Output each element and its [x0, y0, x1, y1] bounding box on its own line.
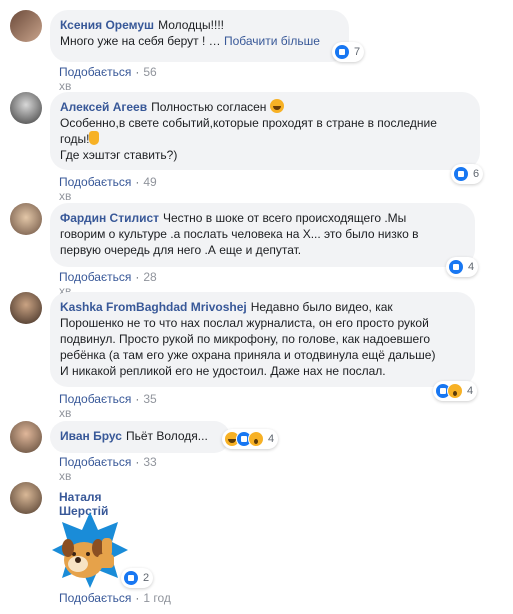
- comment-text: Особенно,в свете событий,которые проходя…: [60, 116, 437, 130]
- like-button[interactable]: Подобається: [59, 270, 131, 284]
- comment-bubble: Иван Брус Пьёт Володя...: [50, 421, 230, 453]
- reaction-count: 7: [354, 46, 361, 58]
- like-button[interactable]: Подобається: [59, 175, 131, 189]
- reactions-summary[interactable]: 4: [446, 257, 479, 277]
- like-button[interactable]: Подобається: [59, 65, 131, 79]
- comment-text: Недавно было видео, как: [250, 300, 393, 314]
- comment-author[interactable]: Иван Брус: [60, 429, 122, 443]
- like-reaction-icon: [334, 44, 350, 60]
- comment-meta: Подобається · 1 год: [59, 591, 171, 605]
- comment-meta: Подобається · 56 хв: [59, 65, 157, 93]
- comment-text: Молодцы!!!!: [158, 18, 224, 32]
- dog-thumbs-up-sticker[interactable]: [50, 510, 130, 590]
- wow-reaction-icon: [248, 431, 264, 447]
- comment-text: годы!: [60, 132, 90, 146]
- comment-text: И никакой репликой его не удостоил. Даже…: [60, 364, 386, 378]
- laughing-emoji-icon: [269, 99, 284, 113]
- comment-bubble: Kashka FromBaghdad Mrivoshej Недавно было…: [50, 292, 475, 387]
- avatar[interactable]: [10, 203, 42, 235]
- comment-text: Порошенко не то что нах послал журналист…: [60, 316, 429, 330]
- comment-text: подвинул. Просто рукой по микрофону, по …: [60, 332, 431, 346]
- avatar[interactable]: [10, 482, 42, 514]
- like-button[interactable]: Подобається: [59, 392, 131, 406]
- hand-emoji-icon: [89, 131, 100, 145]
- reaction-count: 4: [268, 433, 275, 445]
- comment-meta: Подобається · 33 хв: [59, 455, 157, 483]
- comment-text: говорим о культуре .а послать человека н…: [60, 227, 419, 241]
- like-reaction-icon: [123, 570, 139, 586]
- reactions-summary[interactable]: 4: [433, 381, 478, 401]
- like-reaction-icon: [448, 259, 464, 275]
- comment-author[interactable]: Алексей Агеев: [60, 100, 147, 114]
- comment-text: Честно в шоке от всего происходящего .Мы: [163, 211, 407, 225]
- reaction-count: 6: [473, 168, 480, 180]
- comment-author[interactable]: Kashka FromBaghdad Mrivoshej: [60, 300, 247, 314]
- avatar[interactable]: [10, 421, 42, 453]
- reaction-count: 4: [468, 261, 475, 273]
- comment-bubble: Фардин Стилист Честно в шоке от всего про…: [50, 203, 475, 267]
- like-button[interactable]: Подобається: [59, 591, 131, 605]
- avatar[interactable]: [10, 292, 42, 324]
- comment-bubble: Алексей Агеев Полностью согласен Особенно…: [50, 92, 480, 170]
- see-more-link[interactable]: Побачити більше: [224, 34, 320, 48]
- comment-bubble: Ксения Оремуш Молодцы!!!! Много уже на се…: [50, 10, 349, 62]
- comment-text: Где хэштэг ставить?): [60, 148, 178, 162]
- comment-meta: Подобається · 49 хв: [59, 175, 157, 203]
- reactions-summary[interactable]: 6: [451, 164, 484, 184]
- reactions-summary[interactable]: 4: [222, 429, 279, 449]
- comment-author[interactable]: Ксения Оремуш: [60, 18, 154, 32]
- comment-text: ребёнка (а там его уже охрана приняла и …: [60, 348, 436, 362]
- reaction-count: 4: [467, 385, 474, 397]
- comment-meta: Подобається · 35 хв: [59, 392, 157, 420]
- reactions-summary[interactable]: 7: [332, 42, 365, 62]
- comment-text: Полностью согласен: [151, 100, 267, 114]
- comment-text: первую очередь для него .А еще и депутат…: [60, 243, 302, 257]
- comment-text: Пьёт Володя...: [125, 429, 208, 443]
- comment-text: Много уже на себя берут ! …: [60, 34, 221, 48]
- wow-reaction-icon: [447, 383, 463, 399]
- comment-author[interactable]: Фардин Стилист: [60, 211, 159, 225]
- avatar[interactable]: [10, 10, 42, 42]
- avatar[interactable]: [10, 92, 42, 124]
- like-reaction-icon: [453, 166, 469, 182]
- reaction-count: 2: [143, 572, 150, 584]
- timestamp[interactable]: 1 год: [143, 591, 171, 605]
- like-button[interactable]: Подобається: [59, 455, 131, 469]
- reactions-summary[interactable]: 2: [121, 568, 154, 588]
